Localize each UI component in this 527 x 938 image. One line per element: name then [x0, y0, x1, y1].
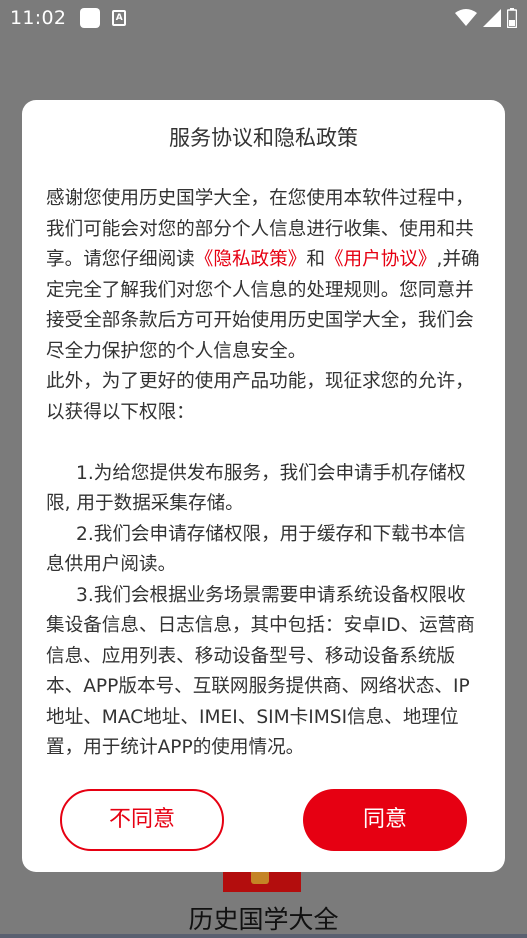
- user-agreement-link[interactable]: 《用户协议》: [325, 249, 437, 270]
- bottom-bar: [0, 934, 527, 938]
- notification-square-icon: [80, 8, 101, 28]
- and-text: 和: [306, 249, 325, 270]
- app-title: 历史国学大全: [188, 905, 339, 934]
- dialog-title: 服务协议和隐私政策: [169, 126, 358, 150]
- disagree-button[interactable]: 不同意: [60, 789, 224, 851]
- battery-icon: [507, 8, 517, 28]
- permission-item-1: 1.为给您提供发布服务，我们会申请手机存储权限, 用于数据采集存储。: [46, 462, 466, 515]
- agree-button[interactable]: 同意: [303, 789, 467, 851]
- permission-intro: 此外，为了更好的使用产品功能，现征求您的允许，以获得以下权限：: [46, 371, 474, 423]
- status-bar: 11:02 A: [0, 0, 527, 36]
- dialog-body[interactable]: 感谢您使用历史国学大全，在您使用本软件过程中，我们可能会对您的部分个人信息进行收…: [46, 184, 482, 766]
- wifi-icon: [455, 9, 477, 26]
- intro-paragraph: 感谢您使用历史国学大全，在您使用本软件过程中，我们可能会对您的部分个人信息进行收…: [46, 184, 482, 367]
- font-a-icon: A: [112, 10, 127, 26]
- privacy-policy-link[interactable]: 《隐私政策》: [195, 249, 307, 270]
- status-right-icons: [455, 8, 517, 28]
- status-time: 11:02: [10, 7, 67, 29]
- signal-icon: [483, 9, 501, 27]
- privacy-dialog: 服务协议和隐私政策 感谢您使用历史国学大全，在您使用本软件过程中，我们可能会对您…: [22, 100, 505, 872]
- permission-item-3: 3.我们会根据业务场景需要申请系统设备权限收集设备信息、日志信息，其中包括：安卓…: [46, 584, 475, 759]
- permission-item-2: 2.我们会申请存储权限，用于缓存和下载书本信息供用户阅读。: [46, 523, 466, 576]
